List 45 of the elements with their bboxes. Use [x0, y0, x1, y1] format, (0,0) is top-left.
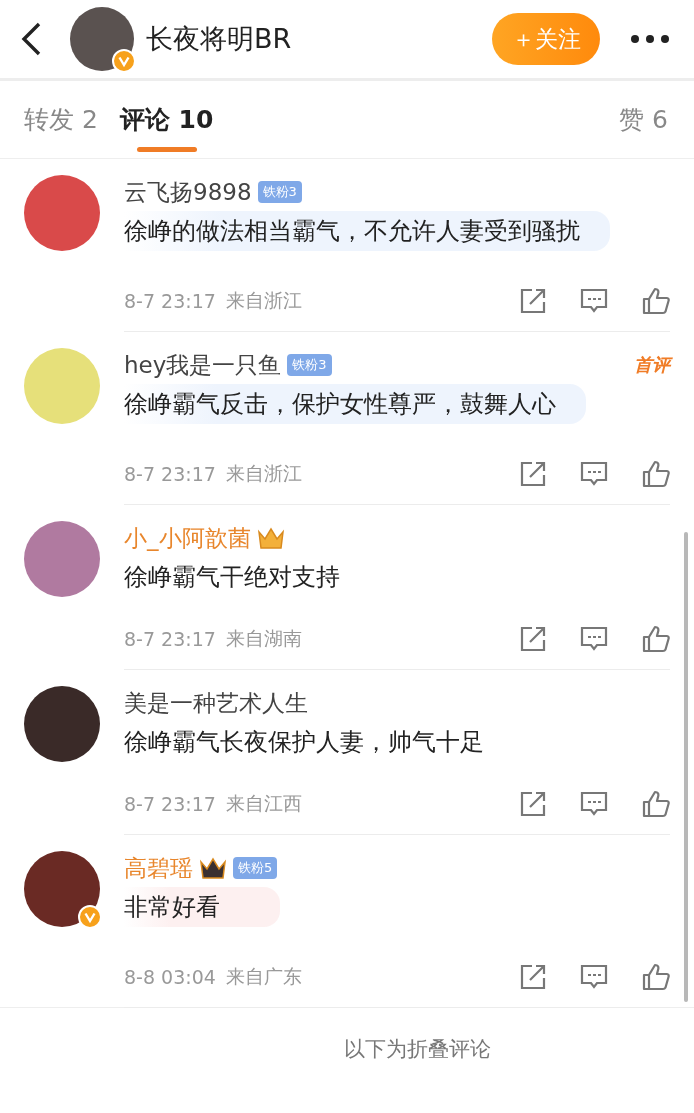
- user-name[interactable]: hey我是一只鱼: [124, 349, 282, 381]
- comment-text: 非常好看: [124, 887, 280, 927]
- comment-time: 8-8 03:04: [124, 966, 216, 988]
- share-icon[interactable]: [520, 626, 546, 652]
- comment-location: 来自浙江: [225, 461, 302, 486]
- user-name[interactable]: 美是一种艺术人生: [124, 687, 308, 719]
- comment-time: 8-7 23:17: [124, 628, 216, 650]
- fan-level-badge: 铁粉5: [233, 857, 278, 879]
- comment-time: 8-7 23:17: [124, 290, 216, 312]
- like-icon[interactable]: [642, 963, 670, 991]
- share-icon[interactable]: [520, 461, 546, 487]
- like-icon[interactable]: [642, 460, 670, 488]
- like-icon[interactable]: [642, 625, 670, 653]
- share-icon[interactable]: [520, 791, 546, 817]
- comment-text: 徐峥霸气反击，保护女性尊严，鼓舞人心: [124, 384, 586, 424]
- share-icon[interactable]: [520, 964, 546, 990]
- comment-time: 8-7 23:17: [124, 463, 216, 485]
- comment-location: 来自广东: [225, 964, 302, 989]
- comment-text: 徐峥霸气干绝对支持: [124, 562, 340, 593]
- like-icon[interactable]: [642, 287, 670, 315]
- tab[interactable]: 赞 6: [619, 81, 668, 158]
- back-icon[interactable]: [20, 22, 42, 56]
- user-name[interactable]: 云飞扬9898: [124, 176, 252, 208]
- user-name[interactable]: 高碧瑶: [124, 852, 193, 884]
- comment-location: 来自江西: [225, 791, 302, 816]
- folded-comments-notice[interactable]: 以下为折叠评论: [343, 1035, 491, 1063]
- user-name[interactable]: 小_小阿歆菌: [124, 522, 251, 554]
- share-icon[interactable]: [520, 288, 546, 314]
- comment-location: 来自浙江: [225, 288, 302, 313]
- comment-text: 徐峥的做法相当霸气，不允许人妻受到骚扰: [124, 211, 610, 251]
- more-icon[interactable]: [630, 34, 670, 44]
- comment-time: 8-7 23:17: [124, 793, 216, 815]
- comment-icon[interactable]: [580, 461, 608, 487]
- tab[interactable]: 评论 10: [119, 81, 214, 158]
- comment-location: 来自湖南: [225, 626, 302, 651]
- comment-icon[interactable]: [580, 626, 608, 652]
- comment-text: 徐峥霸气长夜保护人妻，帅气十足: [124, 727, 484, 758]
- comment-icon[interactable]: [580, 964, 608, 990]
- comment-icon[interactable]: [580, 288, 608, 314]
- account-name[interactable]: 长夜将明BR: [146, 21, 492, 57]
- fan-level-badge: 铁粉3: [257, 181, 302, 203]
- like-icon[interactable]: [642, 790, 670, 818]
- tab[interactable]: 转发 2: [24, 81, 98, 158]
- fan-level-badge: 铁粉3: [287, 354, 332, 376]
- comment-icon[interactable]: [580, 791, 608, 817]
